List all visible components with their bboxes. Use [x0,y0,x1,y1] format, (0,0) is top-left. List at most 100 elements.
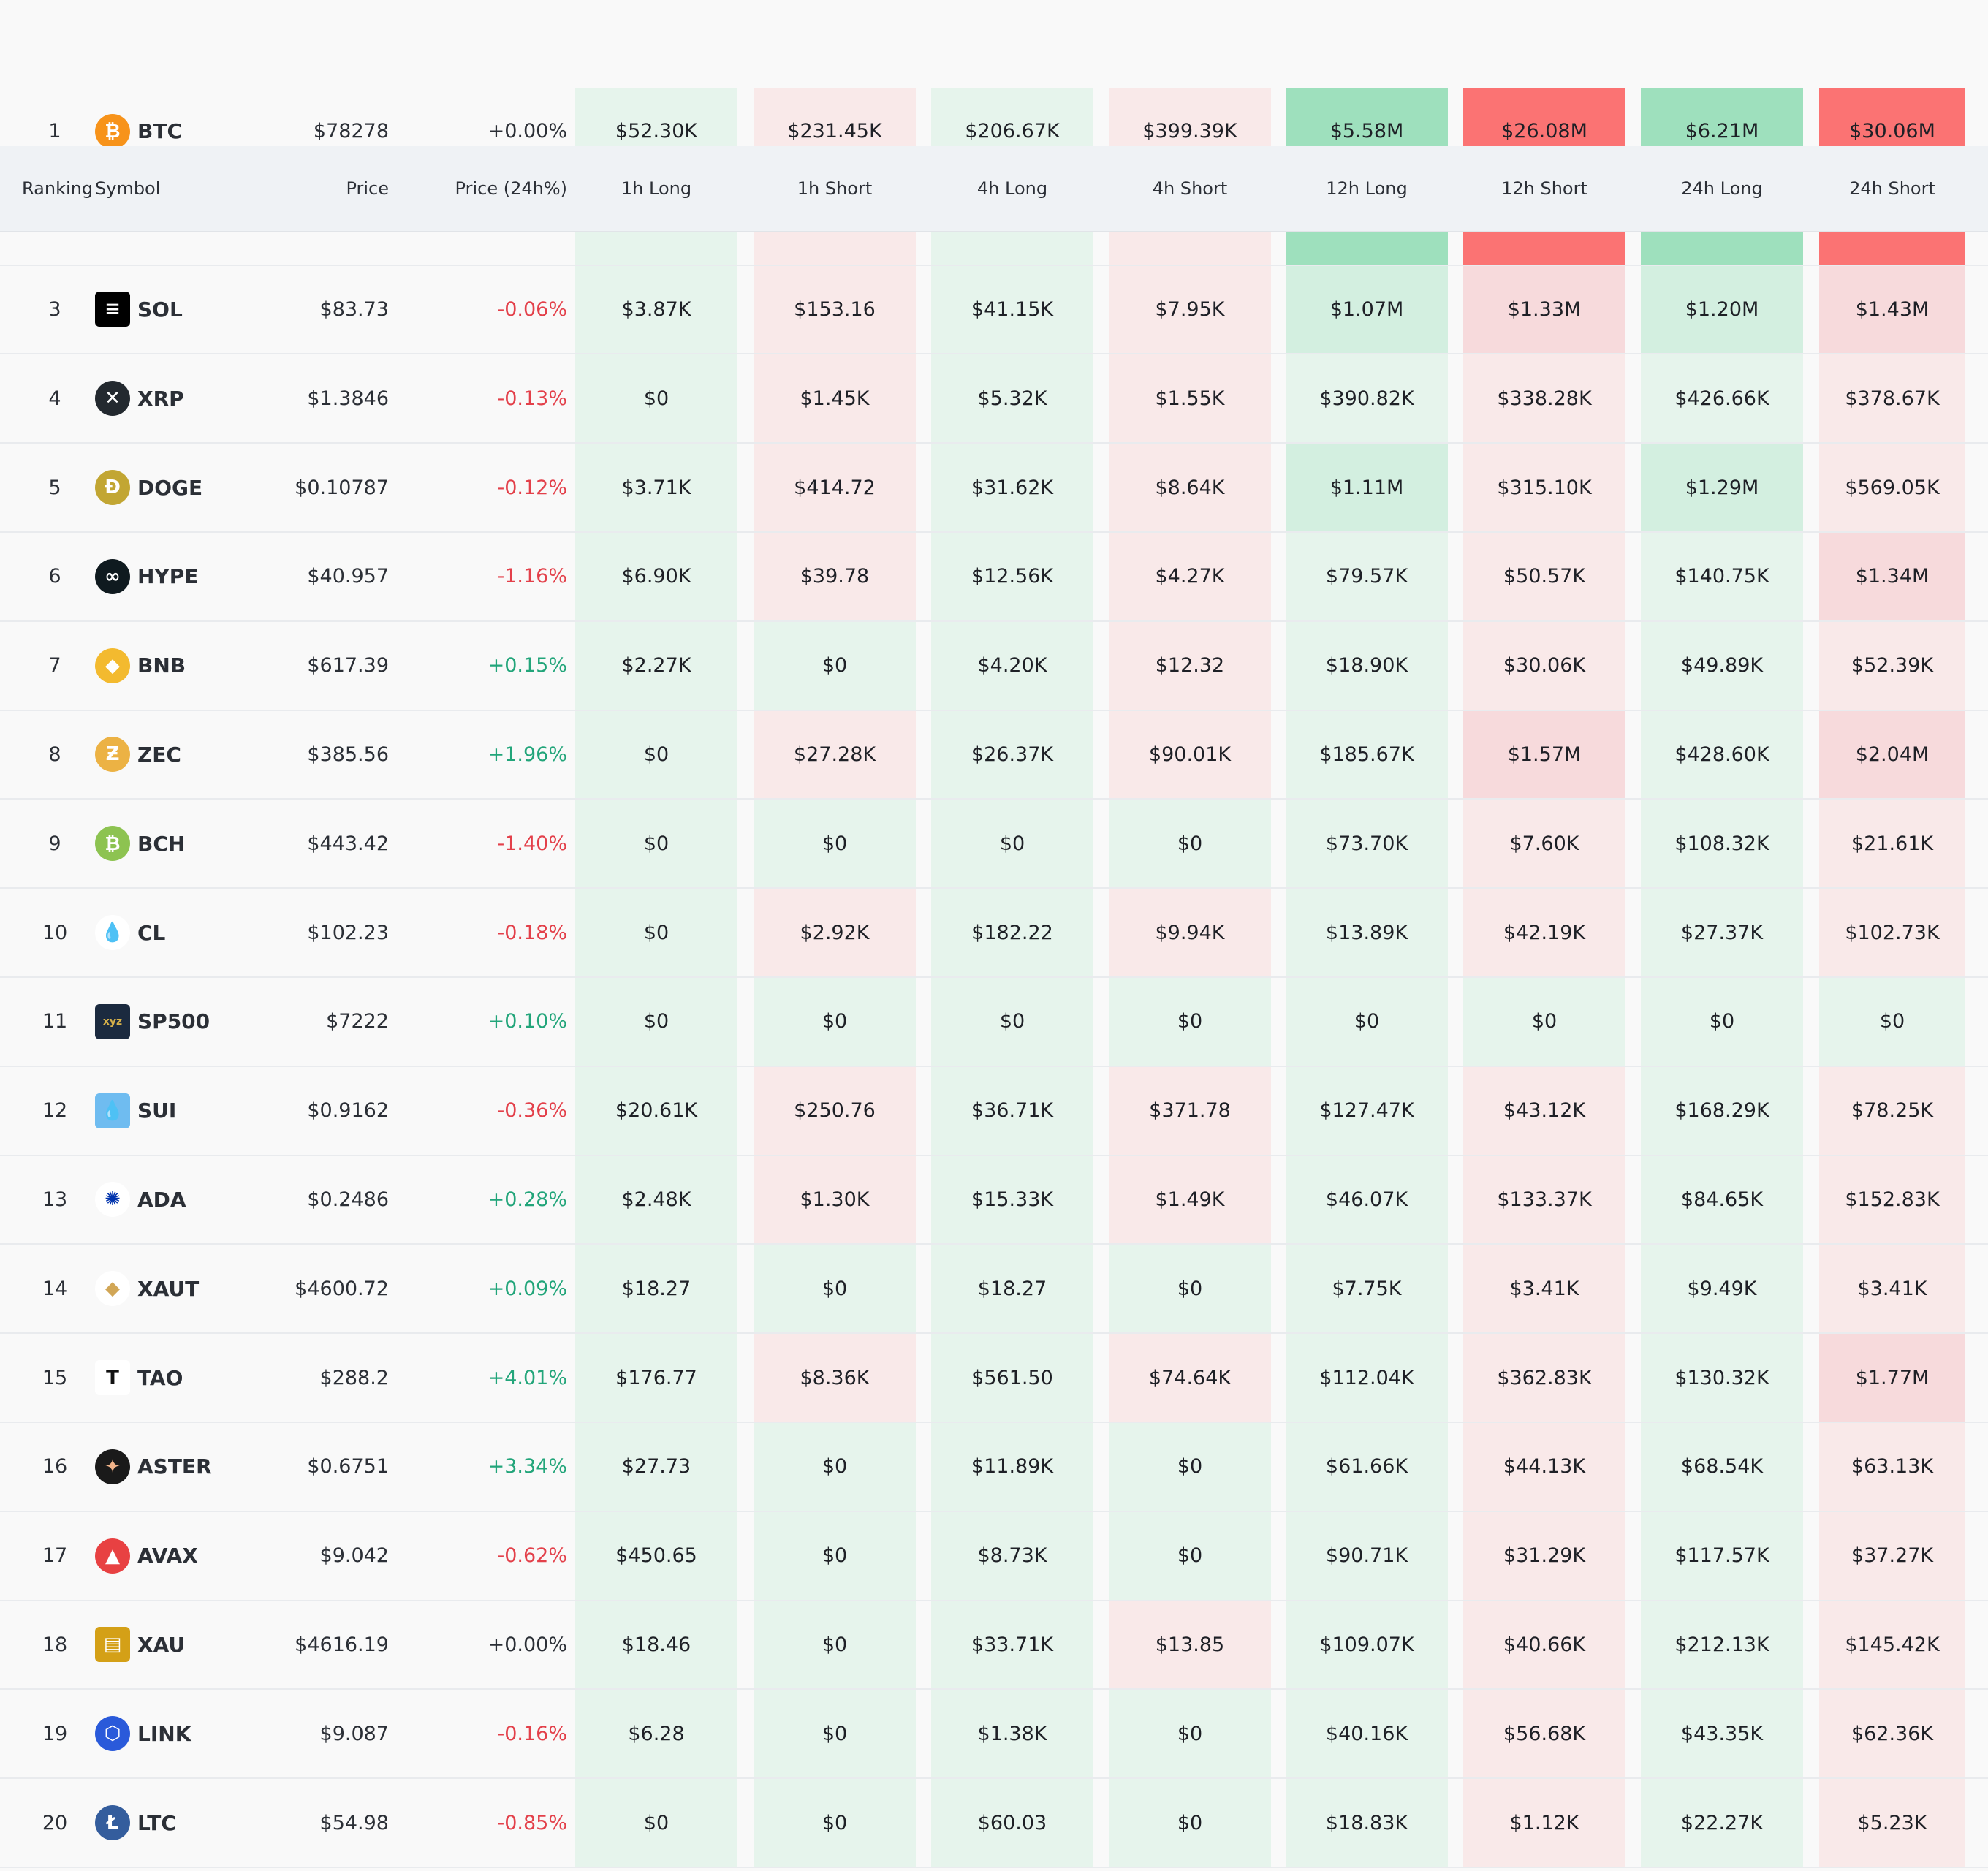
symbol-cell[interactable]: Ƶ ZEC [95,711,270,799]
col-12h-short[interactable]: 12h Short [1463,146,1625,231]
aster-icon: ✦ [95,1449,130,1484]
col-price[interactable]: Price [263,146,389,231]
long-liquidation-cell: $0 [575,800,737,888]
change-cell: +0.28% [487,1188,567,1211]
symbol-cell[interactable]: 💧 CL [95,889,270,976]
table-row[interactable]: 16 ✦ ASTER $0.6751 +3.34% $27.73 $0 $11.89K $0 $6… [0,1423,1988,1512]
bitcoin-cash-icon: ₿ [95,826,130,862]
long-liquidation-cell: $1.07M [1286,265,1448,354]
table-row[interactable]: 19 ⬡ LINK $9.087 -0.16% $6.28 $0 $1.38K $0 $40.16… [0,1690,1988,1780]
change-cell: -1.16% [497,565,567,588]
short-liquidation-cell: $1.55K [1109,354,1271,443]
long-liquidation-cell: $2.48K [575,1155,737,1244]
table-row[interactable]: 12 💧 SUI $0.9162 -0.36% $20.61K $250.76 $36.71K… [0,1066,1988,1156]
symbol-cell[interactable]: ◆ XAUT [95,1245,270,1332]
table-row[interactable]: 8 Ƶ ZEC $385.56 +1.96% $0 $27.28K $26.37K $90.01… [0,710,1988,800]
short-liquidation-cell: $0 [1109,978,1271,1066]
table-row[interactable]: 3 ≡ SOL $83.73 -0.06% $3.87K $153.16 $41.15K $7.… [0,265,1988,355]
symbol-cell[interactable]: 💧 SUI [95,1067,270,1155]
rank-cell: 14 [42,1277,68,1300]
change-cell: -0.06% [497,297,567,321]
col-12h-long[interactable]: 12h Long [1286,146,1448,231]
long-liquidation-cell: $40.16K [1286,1690,1448,1778]
table-row[interactable]: 7 ◆ BNB $617.39 +0.15% $2.27K $0 $4.20K $12.32 $1… [0,621,1988,711]
col-24h-short[interactable]: 24h Short [1819,146,1965,231]
short-liquidation-cell: $43.12K [1463,1066,1625,1155]
symbol-cell[interactable]: ✦ ASTER [95,1423,270,1511]
bitcoin-icon: ₿ [95,113,130,149]
symbol-cell[interactable]: ◆ BNB [95,622,270,710]
rank-cell: 7 [48,654,61,678]
symbol-label: BTC [137,119,182,144]
rank-cell: 16 [42,1455,68,1479]
symbol-cell[interactable]: ✕ XRP [95,354,270,442]
long-liquidation-cell: $43.35K [1641,1690,1803,1778]
symbol-label: SP500 [137,1009,210,1034]
rank-cell: 8 [48,743,61,766]
table-row[interactable]: 5 Ð DOGE $0.10787 -0.12% $3.71K $414.72 $31.62K… [0,444,1988,533]
col-1h-long[interactable]: 1h Long [575,146,737,231]
rank-cell: 18 [42,1633,68,1656]
symbol-cell[interactable]: Ð DOGE [95,444,270,531]
symbol-label: DOGE [137,475,203,500]
table-row[interactable]: 11 xyz SP500 $7222 +0.10% $0 $0 $0 $0 $0 $0 $0 $0 [0,978,1988,1067]
long-liquidation-cell: $61.66K [1286,1423,1448,1511]
table-row[interactable]: 17 ▲ AVAX $9.042 -0.62% $450.65 $0 $8.73K $0 $90.… [0,1511,1988,1601]
long-liquidation-cell: $1.38K [931,1690,1093,1778]
short-liquidation-cell: $1.43M [1819,265,1965,354]
long-liquidation-cell: $20.61K [575,1066,737,1155]
symbol-cell[interactable]: ⬡ LINK [95,1690,270,1777]
table-row[interactable]: 10 💧 CL $102.23 -0.18% $0 $2.92K $182.22 $9.94K $… [0,889,1988,978]
table-row[interactable]: 13 ✺ ADA $0.2486 +0.28% $2.48K $1.30K $15.33K $1… [0,1155,1988,1245]
symbol-cell[interactable]: ✺ ADA [95,1156,270,1244]
change-cell: -0.13% [497,387,567,410]
long-liquidation-cell: $49.89K [1641,621,1803,710]
short-liquidation-cell: $0 [1109,1511,1271,1600]
short-liquidation-cell: $145.42K [1819,1601,1965,1689]
rank-cell: 13 [42,1188,68,1211]
table-row[interactable]: 9 ₿ BCH $443.42 -1.40% $0 $0 $0 $0 $73.70K $7.60K $… [0,800,1988,889]
long-liquidation-cell: $46.07K [1286,1155,1448,1244]
change-cell: -1.40% [497,832,567,855]
symbol-label: XAU [137,1632,186,1657]
table-row[interactable]: 18 ▤ XAU $4616.19 +0.00% $18.46 $0 $33.71K $13.8… [0,1601,1988,1690]
symbol-cell[interactable]: ≡ SOL [95,266,270,354]
col-24h-long[interactable]: 24h Long [1641,146,1803,231]
col-1h-short[interactable]: 1h Short [754,146,916,231]
table-header: Ranking Symbol Price Price (24h%) 1h Lon… [0,146,1988,232]
table-row[interactable]: 20 Ł LTC $54.98 -0.85% $0 $0 $60.03 $0 $18.83K $1.… [0,1779,1988,1868]
long-liquidation-cell: $90.71K [1286,1511,1448,1600]
col-ranking[interactable]: Ranking [22,146,93,231]
col-change[interactable]: Price (24h%) [409,146,567,231]
short-liquidation-cell: $371.78 [1109,1066,1271,1155]
symbol-cell[interactable]: T TAO [95,1334,270,1422]
symbol-cell[interactable]: ∞ HYPE [95,533,270,620]
short-liquidation-cell: $0 [754,1511,916,1600]
symbol-label: TAO [137,1365,183,1390]
symbol-cell[interactable]: ▲ AVAX [95,1512,270,1600]
price-cell: $0.10787 [295,476,389,499]
symbol-cell[interactable]: xyz SP500 [95,978,270,1066]
table-row[interactable]: 14 ◆ XAUT $4600.72 +0.09% $18.27 $0 $18.27 $0 $7.… [0,1245,1988,1335]
symbol-cell[interactable]: ▤ XAU [95,1601,270,1689]
long-liquidation-cell: $15.33K [931,1155,1093,1244]
short-liquidation-cell: $39.78 [754,533,916,620]
short-liquidation-cell: $1.12K [1463,1779,1625,1867]
table-row[interactable]: 4 ✕ XRP $1.3846 -0.13% $0 $1.45K $5.32K $1.55K $3… [0,354,1988,444]
col-4h-short[interactable]: 4h Short [1109,146,1271,231]
change-cell: +0.00% [487,1633,567,1656]
short-liquidation-cell: $0 [1109,1423,1271,1511]
col-4h-long[interactable]: 4h Long [931,146,1093,231]
short-liquidation-cell: $0 [754,1423,916,1511]
table-row[interactable]: 6 ∞ HYPE $40.957 -1.16% $6.90K $39.78 $12.56K $4… [0,533,1988,622]
short-liquidation-cell: $133.37K [1463,1155,1625,1244]
short-liquidation-cell: $37.27K [1819,1511,1965,1600]
table-row[interactable]: 15 T TAO $288.2 +4.01% $176.77 $8.36K $561.50 $7… [0,1334,1988,1423]
symbol-label: SUI [137,1098,177,1123]
rank-cell: 12 [42,1099,68,1123]
symbol-label: BNB [137,653,186,678]
symbol-cell[interactable]: ₿ BCH [95,800,270,887]
symbol-cell[interactable]: Ł LTC [95,1779,270,1867]
col-symbol[interactable]: Symbol [95,146,160,231]
long-liquidation-cell: $6.90K [575,533,737,620]
